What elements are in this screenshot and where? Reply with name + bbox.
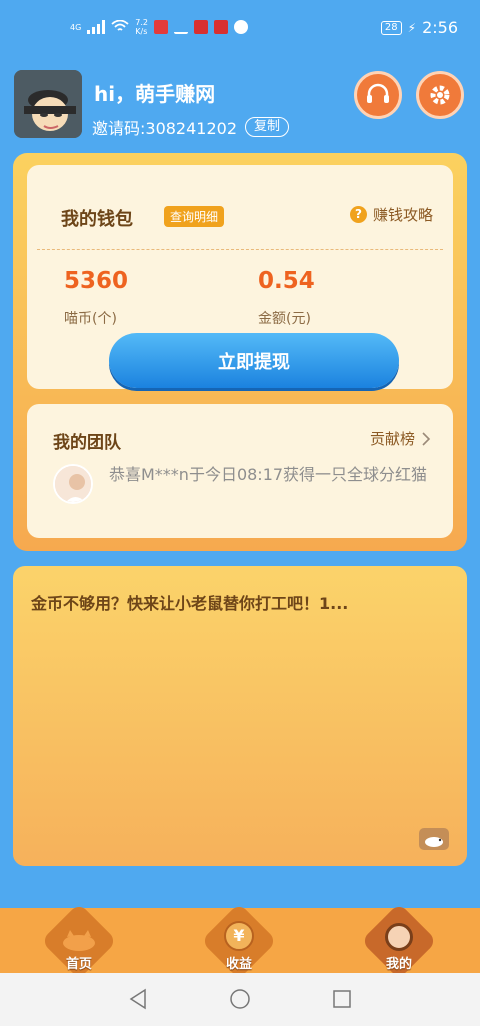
bottom-tab-bar: 首页 ¥ 收益 我的 — [0, 902, 480, 980]
settings-button[interactable] — [416, 71, 464, 119]
tab-mine-label: 我的 — [385, 957, 412, 972]
mouse-game-panel[interactable]: 金币不够用？快来让小老鼠替你打工吧！1... — [13, 566, 467, 866]
stock-app-icon — [194, 20, 209, 34]
invite-code: 邀请码:308241202 — [92, 119, 238, 138]
invite-code-row: 邀请码:308241202 复制 — [92, 115, 290, 139]
team-title: 我的团队 — [53, 433, 121, 453]
amount-label: 金额(元) — [258, 311, 311, 327]
avatar[interactable] — [14, 70, 82, 138]
contribution-rank-link[interactable]: 贡献榜 — [370, 428, 431, 449]
customer-service-button[interactable] — [354, 71, 402, 119]
amount-value: 0.54 — [258, 268, 315, 294]
team-notice: 恭喜M***n于今日08:17获得一只全球分红猫 — [109, 465, 428, 484]
wallet-title: 我的钱包 — [61, 209, 133, 230]
query-details-button[interactable]: 查询明细 — [164, 206, 225, 227]
chevron-right-icon — [422, 431, 431, 446]
yen-coin-icon: ¥ — [224, 921, 254, 951]
divider — [37, 249, 443, 250]
coins-label: 喵币(个) — [64, 311, 117, 327]
network-speed: 7.2 K/s — [135, 18, 149, 36]
system-nav-bar — [0, 973, 480, 1026]
tab-home[interactable]: 首页 — [40, 902, 118, 980]
tab-mine[interactable]: 我的 — [360, 902, 438, 980]
copy-button[interactable]: 复制 — [245, 117, 290, 137]
wallet-panel: 我的钱包 查询明细 ? 赚钱攻略 5360 喵币(个) 0.54 金额(元) 立… — [13, 153, 467, 551]
home-icon[interactable] — [229, 988, 251, 1010]
back-icon[interactable] — [127, 988, 149, 1010]
network-label: 4G — [70, 22, 82, 32]
mic-app-icon — [154, 20, 169, 34]
download-icon — [174, 20, 189, 34]
rank-label: 贡献榜 — [369, 430, 415, 448]
game-promo-text: 金币不够用？快来让小老鼠替你打工吧！1... — [31, 594, 349, 613]
withdraw-button[interactable]: 立即提现 — [109, 333, 399, 388]
member-avatar — [53, 464, 93, 504]
greeting: hi，萌手赚网 — [94, 82, 216, 106]
wallet-card: 我的钱包 查询明细 ? 赚钱攻略 5360 喵币(个) 0.54 金额(元) 立… — [27, 165, 453, 389]
gear-icon — [430, 85, 450, 105]
charging-icon: ⚡ — [407, 20, 417, 35]
earn-guide-label: 赚钱攻略 — [372, 206, 433, 224]
recents-icon[interactable] — [331, 988, 353, 1010]
tab-earnings[interactable]: ¥ 收益 — [200, 902, 278, 980]
clock: 2:56 — [422, 18, 458, 37]
tab-home-label: 首页 — [65, 957, 92, 972]
signal-icon — [87, 20, 106, 34]
headset-icon — [367, 83, 389, 103]
girl-icon — [385, 923, 413, 951]
wifi-icon — [111, 20, 129, 31]
status-bar: 4G 7.2 K/s 28 ⚡ 2:56 — [0, 0, 480, 56]
earn-guide-link[interactable]: ? 赚钱攻略 — [349, 204, 433, 225]
question-icon: ? — [349, 206, 367, 223]
cat-icon — [63, 930, 95, 951]
mouse-icon[interactable] — [419, 828, 449, 850]
wechat-icon — [234, 20, 249, 34]
tab-earnings-label: 收益 — [225, 957, 252, 972]
coins-value: 5360 — [64, 268, 129, 294]
team-card[interactable]: 我的团队 贡献榜 恭喜M***n于今日08:17获得一只全球分红猫 — [27, 404, 453, 538]
battery-indicator: 28 — [380, 20, 402, 35]
chart-app-icon — [214, 20, 229, 34]
